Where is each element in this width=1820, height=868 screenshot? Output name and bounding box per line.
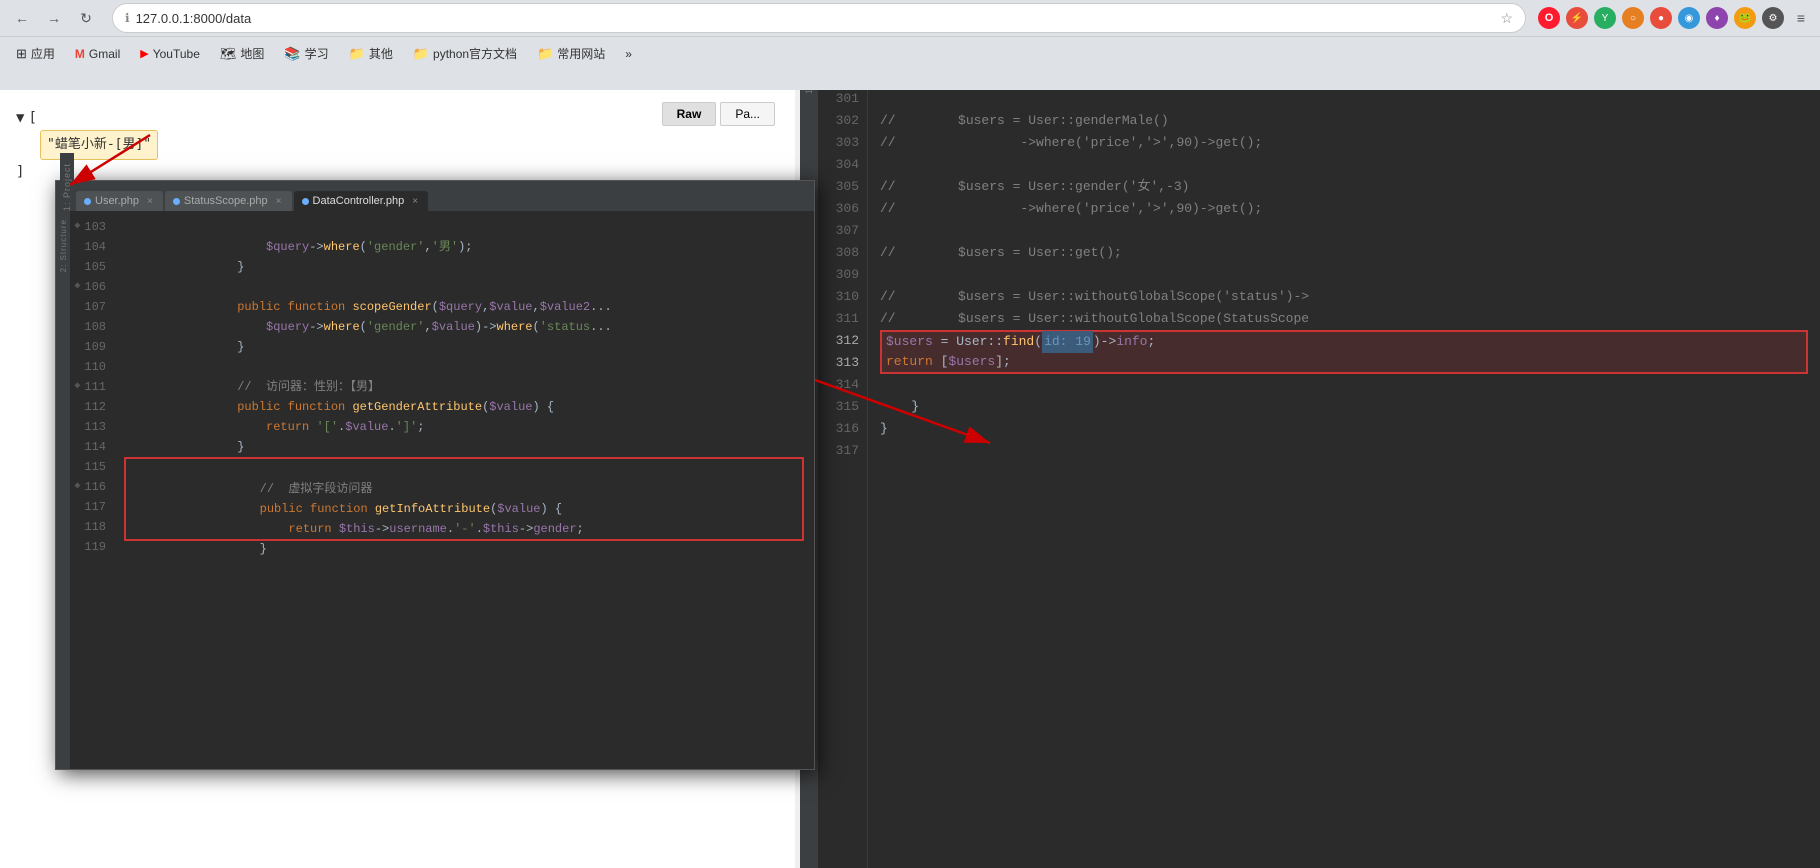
study-icon: 📚 (284, 46, 300, 62)
overlay-dot-user (84, 198, 91, 205)
code-line-316: } (880, 418, 1808, 440)
apps-icon: ⊞ (16, 46, 27, 62)
youtube-icon: ▶ (140, 47, 148, 60)
address-bar-container[interactable]: ℹ ☆ (112, 3, 1526, 33)
back-button[interactable]: ← (8, 4, 36, 32)
ext-icon-4[interactable]: ● (1650, 7, 1672, 29)
refresh-button[interactable]: ↻ (72, 4, 100, 32)
bookmark-youtube[interactable]: ▶ YouTube (132, 44, 208, 64)
ide-overlay-content: 2: Structure ◆103 104 105 ◆106 107 108 1… (56, 211, 814, 769)
overlay-close-user[interactable]: × (147, 196, 153, 207)
line-numbers-gutter: 299300301302303 304305306307308 30931031… (818, 36, 868, 868)
menu-icon[interactable]: ≡ (1790, 7, 1812, 29)
parsed-button[interactable]: Pa... (720, 102, 775, 126)
ext-icon-1[interactable]: ⚡ (1566, 7, 1588, 29)
ide-overlay: 1: Project User.php × StatusScope.php × … (55, 180, 815, 770)
bookmark-more[interactable]: » (617, 44, 640, 64)
code-line-312: $users = User::find(id: 19)->info; (880, 330, 1808, 352)
code-line-313: return [$users]; (880, 352, 1808, 374)
code-line-302: // $users = User::genderMale() (880, 110, 1808, 132)
folder-icon-1: 📁 (349, 46, 365, 62)
overlay-gutter: ◆103 104 105 ◆106 107 108 109 110 ◆111 1… (70, 211, 114, 769)
ide-overlay-tabs: 1: Project User.php × StatusScope.php × … (56, 181, 814, 211)
raw-parse-buttons: Raw Pa... (662, 102, 775, 126)
gmail-icon: M (75, 47, 85, 61)
ext-icon-7[interactable]: ⚙ (1762, 7, 1784, 29)
code-line-304 (880, 154, 1808, 176)
code-line-301 (880, 88, 1808, 110)
apps-label: 应用 (31, 45, 55, 62)
overlay-tab-statusscope[interactable]: StatusScope.php × (165, 191, 292, 211)
wallet-icon[interactable]: 🐸 (1734, 7, 1756, 29)
code-line-315: } (880, 396, 1808, 418)
common-label: 常用网站 (557, 45, 605, 62)
code-line-314 (880, 374, 1808, 396)
overlay-line-106: public function scopeGender($query,$valu… (122, 277, 806, 297)
opera-icon[interactable]: O (1538, 7, 1560, 29)
bookmark-common[interactable]: 📁 常用网站 (529, 42, 613, 65)
overlay-tab-label-user: User.php (95, 195, 139, 207)
overlay-close-statusscope[interactable]: × (276, 196, 282, 207)
forward-button[interactable]: → (40, 4, 68, 32)
code-line-310: // $users = User::withoutGlobalScope('st… (880, 286, 1808, 308)
overlay-line-115: // 虚拟字段访问器 (130, 459, 798, 479)
overlay-sidebar-label: 1: Project (62, 163, 72, 211)
overlay-dot-statusscope (173, 198, 180, 205)
browser-chrome: ← → ↻ ℹ ☆ O ⚡ Y ○ ● ◉ ♦ 🐸 ⚙ ≡ ⊞ 应用 M Gma (0, 0, 1820, 90)
bookmarks-bar: ⊞ 应用 M Gmail ▶ YouTube 🗺 地图 📚 学习 📁 其他 📁 … (0, 36, 1820, 70)
bookmark-other[interactable]: 📁 其他 (341, 42, 401, 65)
code-line-308: // $users = User::get(); (880, 242, 1808, 264)
ext-icon-5[interactable]: ◉ (1678, 7, 1700, 29)
overlay-close-datacontroller[interactable]: × (412, 196, 418, 207)
browser-titlebar: ← → ↻ ℹ ☆ O ⚡ Y ○ ● ◉ ♦ 🐸 ⚙ ≡ (0, 0, 1820, 36)
overlay-structure-panel: 2: Structure (56, 211, 70, 769)
bookmark-python[interactable]: 📁 python官方文档 (405, 42, 525, 65)
code-line-317 (880, 440, 1808, 462)
address-input[interactable] (136, 11, 1495, 26)
overlay-tab-datacontroller[interactable]: DataController.php × (294, 191, 429, 211)
ide-main-content: 1: Project 299300301302303 3043053063073… (800, 36, 1820, 868)
bookmark-apps[interactable]: ⊞ 应用 (8, 42, 63, 65)
youtube-label: YouTube (153, 47, 200, 61)
lock-icon: ℹ (125, 11, 130, 25)
overlay-dot-datacontroller (302, 198, 309, 205)
ext-icon-6[interactable]: ♦ (1706, 7, 1728, 29)
code-line-311: // $users = User::withoutGlobalScope(Sta… (880, 308, 1808, 330)
maps-icon: 🗺 (220, 46, 237, 62)
bookmark-gmail[interactable]: M Gmail (67, 44, 128, 64)
folder-icon-3: 📁 (537, 46, 553, 62)
overlay-tab-label-statusscope: StatusScope.php (184, 195, 268, 207)
gmail-label: Gmail (89, 47, 120, 61)
more-icon: » (625, 47, 632, 61)
python-label: python官方文档 (433, 45, 517, 62)
overlay-structure-label: 2: Structure (59, 219, 68, 272)
ext-icon-3[interactable]: ○ (1622, 7, 1644, 29)
bookmark-study[interactable]: 📚 学习 (276, 42, 336, 65)
json-string: "蜡笔小新-[男]" (40, 130, 158, 160)
code-area-main[interactable]: // $users = User::where('gender','男') //… (868, 36, 1820, 868)
overlay-code[interactable]: $query->where('gender','男'); } public fu… (114, 211, 814, 769)
code-line-307 (880, 220, 1808, 242)
study-label: 学习 (305, 45, 329, 62)
code-line-303: // ->where('price','>',90)->get(); (880, 132, 1808, 154)
browser-icons-right: O ⚡ Y ○ ● ◉ ♦ 🐸 ⚙ ≡ (1538, 7, 1812, 29)
code-line-309 (880, 264, 1808, 286)
other-label: 其他 (369, 45, 393, 62)
red-box-virtual-field: // 虚拟字段访问器 public function getInfoAttrib… (124, 457, 804, 541)
ext-icon-2[interactable]: Y (1594, 7, 1616, 29)
folder-icon-2: 📁 (413, 46, 429, 62)
overlay-line-110: // 访问器：性别：【男】 (122, 357, 806, 377)
star-icon: ☆ (1500, 10, 1513, 27)
overlay-tab-label-datacontroller: DataController.php (313, 195, 405, 207)
overlay-line-103: $query->where('gender','男'); (122, 217, 806, 237)
raw-button[interactable]: Raw (662, 102, 717, 126)
bookmark-maps[interactable]: 🗺 地图 (212, 42, 273, 65)
maps-label: 地图 (240, 45, 264, 62)
code-line-305: // $users = User::gender('女',-3) (880, 176, 1808, 198)
code-line-306: // ->where('price','>',90)->get(); (880, 198, 1808, 220)
overlay-sidebar-left: 1: Project (60, 153, 74, 211)
overlay-tab-user[interactable]: User.php × (76, 191, 163, 211)
ide-main-panel: User.php × StatusScope.php × DataControl… (800, 0, 1820, 868)
